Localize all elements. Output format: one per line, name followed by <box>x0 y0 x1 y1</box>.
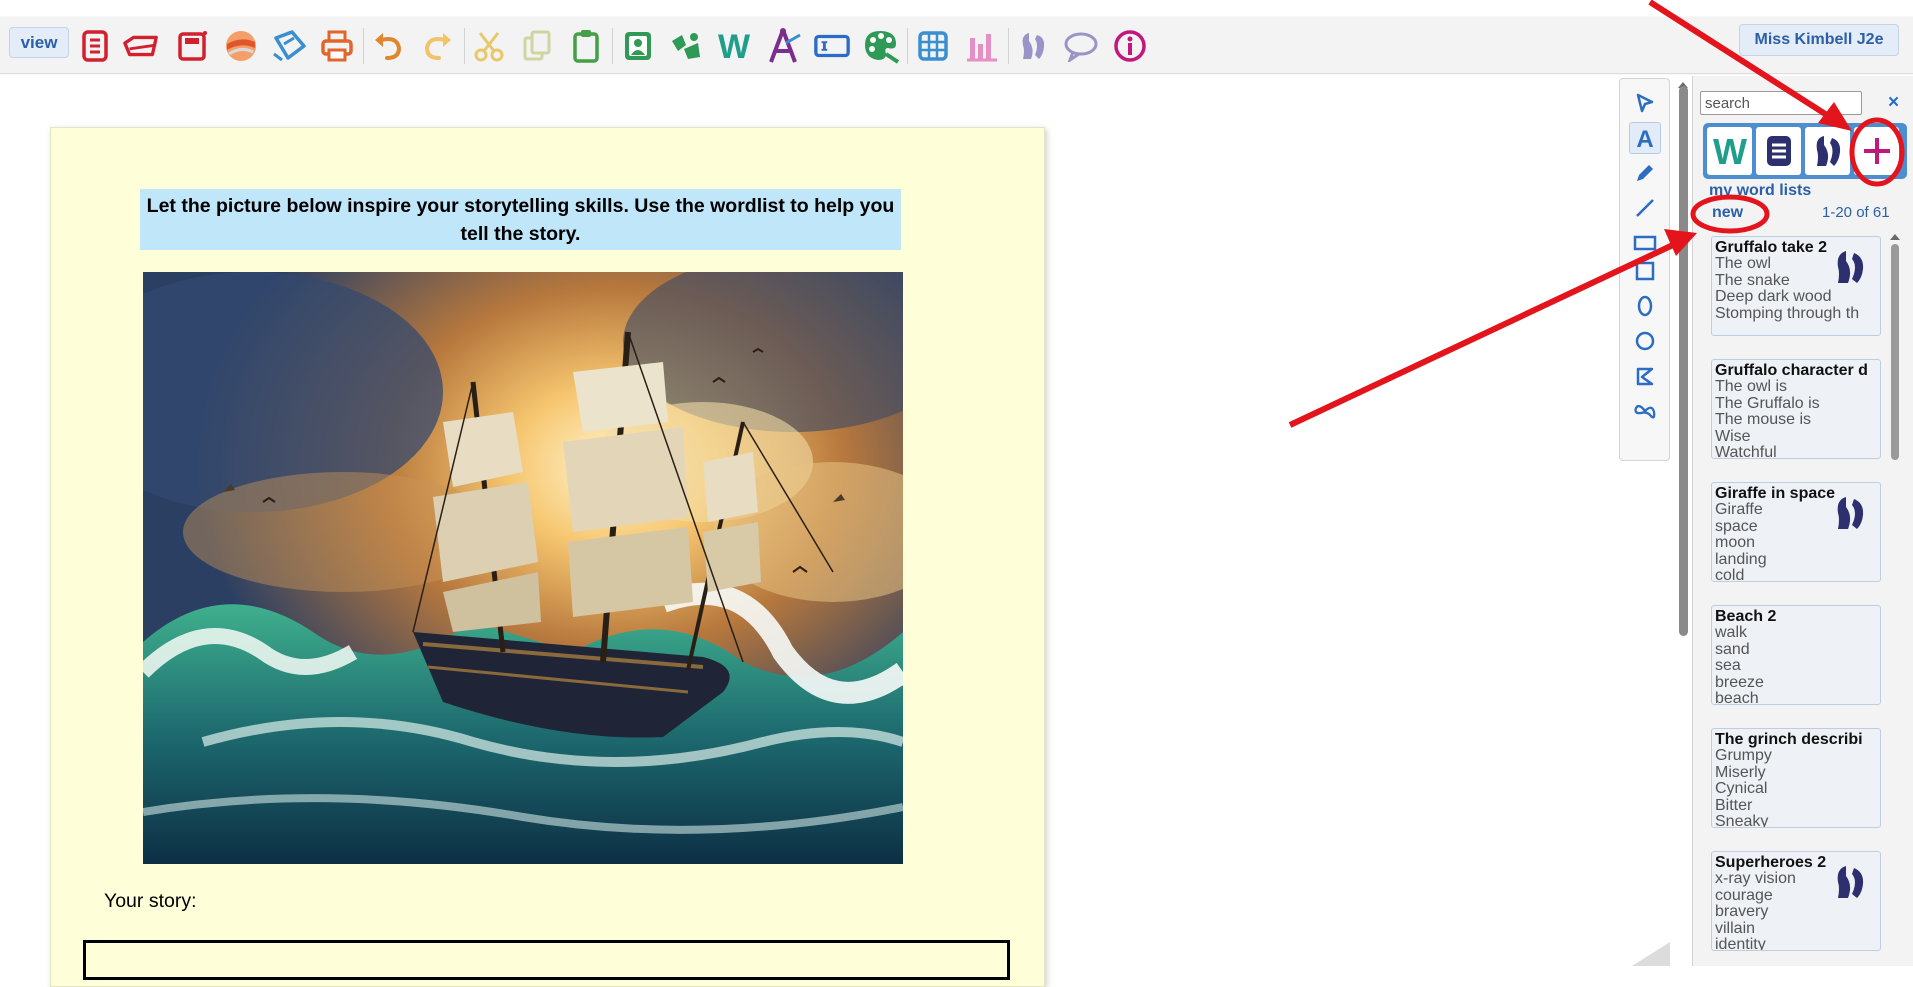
speech-list-badge-icon <box>1832 862 1868 902</box>
list-word: Bitter <box>1715 796 1753 814</box>
wordart-icon[interactable]: W <box>715 27 753 65</box>
paint-palette-icon[interactable] <box>862 27 900 65</box>
add-list-icon[interactable] <box>1854 127 1899 175</box>
word-list-scrollbar-thumb[interactable] <box>1891 244 1899 460</box>
svg-text:W: W <box>1713 131 1747 171</box>
list-item[interactable]: Beach 2 walk sand sea breeze beach <box>1711 605 1881 705</box>
list-word: Grumpy <box>1715 747 1772 764</box>
instruction-text[interactable]: Let the picture below inspire your story… <box>140 189 901 250</box>
list-title: The grinch describi <box>1715 731 1863 748</box>
circle-tool-icon[interactable] <box>1629 325 1661 357</box>
speech-list-tab-icon[interactable] <box>1805 127 1850 175</box>
story-textbox[interactable] <box>83 940 1010 980</box>
info-icon[interactable] <box>1111 27 1149 65</box>
textbox-icon[interactable] <box>813 27 851 65</box>
list-word: walk <box>1715 624 1748 641</box>
table-icon[interactable] <box>914 27 952 65</box>
story-picture[interactable] <box>143 272 903 864</box>
list-word: Wise <box>1715 427 1751 445</box>
view-button[interactable]: view <box>9 27 69 58</box>
save-icon[interactable] <box>174 27 212 65</box>
paste-icon[interactable] <box>567 27 605 65</box>
list-word: The mouse is <box>1715 411 1812 428</box>
list-item[interactable]: Gruffalo take 2 The owl The snake Deep d… <box>1711 236 1881 336</box>
line-tool-icon[interactable] <box>1629 192 1661 224</box>
share-icon[interactable] <box>270 27 308 65</box>
resize-corner[interactable] <box>1632 942 1670 966</box>
list-word: Watchful <box>1715 444 1777 459</box>
list-word: sea <box>1715 657 1741 674</box>
svg-text:W: W <box>718 29 751 63</box>
undo-icon[interactable] <box>370 27 408 65</box>
drawing-tools-palette: A <box>1619 78 1670 461</box>
speech-list-badge-icon <box>1832 493 1868 533</box>
new-list-link[interactable]: new <box>1712 204 1743 222</box>
cut-icon[interactable] <box>470 27 508 65</box>
print-icon[interactable] <box>318 27 356 65</box>
redo-icon[interactable] <box>418 27 456 65</box>
svg-text:A: A <box>1636 126 1653 150</box>
list-word: cold <box>1715 567 1745 582</box>
list-word: identity <box>1715 936 1766 951</box>
word-list-tab-icon[interactable] <box>1756 127 1801 175</box>
list-title: Beach 2 <box>1715 608 1777 625</box>
list-word: Stomping through th <box>1715 304 1860 322</box>
list-word: The Gruffalo is <box>1715 394 1820 412</box>
drawing-tool-icon[interactable] <box>764 27 802 65</box>
word-list-scrollbar[interactable] <box>1888 230 1902 966</box>
speech-audio-icon[interactable] <box>1014 27 1052 65</box>
list-title: Gruffalo character d <box>1715 362 1868 379</box>
speech-list-badge-icon <box>1832 247 1868 287</box>
search-input[interactable] <box>1700 91 1862 115</box>
list-item[interactable]: Giraffe in space Giraffe space moon land… <box>1711 482 1881 582</box>
ellipse-tool-icon[interactable] <box>1629 290 1661 322</box>
polygon-tool-icon[interactable] <box>1629 360 1661 392</box>
list-word: moon <box>1715 534 1756 551</box>
list-item[interactable]: Superheroes 2 x-ray vision courage brave… <box>1711 851 1881 951</box>
resource-type-tabs: W <box>1703 123 1907 179</box>
page-scrollbar-thumb[interactable] <box>1679 86 1688 636</box>
shared-gallery-icon[interactable] <box>222 27 260 65</box>
insert-image-icon[interactable] <box>619 27 657 65</box>
text-tool-icon[interactable]: A <box>1629 122 1661 154</box>
list-word: breeze <box>1715 673 1764 691</box>
page-scrollbar[interactable] <box>1675 78 1691 966</box>
list-word: beach <box>1715 690 1759 705</box>
list-word: landing <box>1715 550 1767 568</box>
speech-bubble-icon[interactable] <box>1062 27 1100 65</box>
list-word: villain <box>1715 919 1756 937</box>
list-word: bravery <box>1715 903 1769 920</box>
list-word: Miserly <box>1715 763 1766 781</box>
select-tool-icon[interactable] <box>1629 87 1661 119</box>
square-tool-icon[interactable] <box>1629 255 1661 287</box>
list-word: The owl is <box>1715 378 1788 395</box>
paging-label: 1-20 of 61 <box>1822 204 1890 221</box>
story-label: Your story: <box>104 890 197 912</box>
chart-icon[interactable] <box>963 27 1001 65</box>
clipart-icon[interactable] <box>667 27 705 65</box>
pencil-tool-icon[interactable] <box>1629 157 1661 189</box>
word-bank-tab-icon[interactable]: W <box>1707 127 1752 175</box>
open-folder-icon[interactable] <box>122 27 160 65</box>
close-sidebar-icon[interactable]: × <box>1888 92 1899 114</box>
list-item[interactable]: Gruffalo character d The owl is The Gruf… <box>1711 359 1881 459</box>
list-word: Cynical <box>1715 780 1768 797</box>
section-title: my word lists <box>1709 182 1812 199</box>
list-word: sand <box>1715 640 1750 658</box>
list-item[interactable]: The grinch describi Grumpy Miserly Cynic… <box>1711 728 1881 828</box>
freehand-tool-icon[interactable] <box>1629 395 1661 427</box>
list-word: Sneaky <box>1715 813 1769 828</box>
list-word: Deep dark wood <box>1715 288 1832 305</box>
copy-icon[interactable] <box>518 27 556 65</box>
new-page-icon[interactable] <box>76 27 114 65</box>
user-account-button[interactable]: Miss Kimbell J2e <box>1739 24 1899 56</box>
